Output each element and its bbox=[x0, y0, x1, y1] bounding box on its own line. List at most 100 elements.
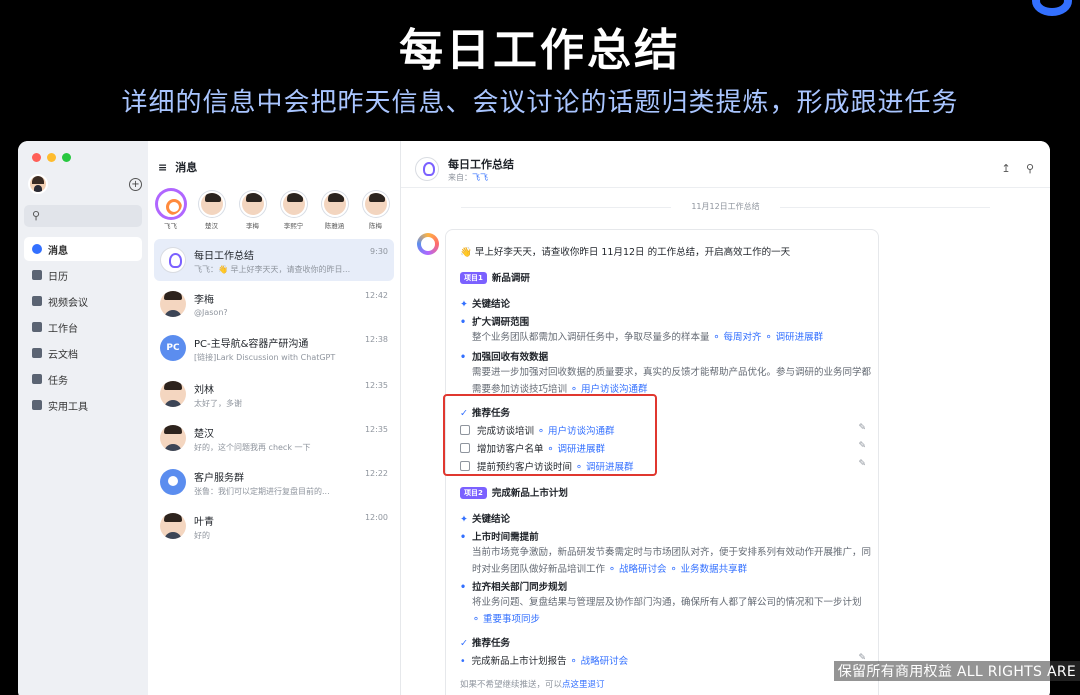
chat-link[interactable]: ⚬ 调研进展群 bbox=[765, 332, 824, 343]
project-heading: 项目2 完成新品上市计划 bbox=[460, 485, 568, 499]
task-item: 完成访谈培训 ⚬ 用户访谈沟通群 bbox=[460, 423, 615, 437]
hero-subtitle: 详细的信息中会把昨天信息、会议讨论的话题归类提炼，形成跟进任务 bbox=[121, 88, 959, 118]
chat-item[interactable]: 李梅 @Jason? 12:42 bbox=[154, 283, 394, 325]
pin-icon: ✦ bbox=[460, 299, 468, 310]
chat-link[interactable]: ⚬ 每周对齐 bbox=[713, 332, 762, 343]
task-checkbox[interactable] bbox=[460, 461, 470, 471]
profile-icon[interactable]: ⚲ bbox=[1024, 163, 1036, 175]
conclusion-desc: 当前市场竞争激励，新品研发节奏需定时与市场团队对齐，便于安排系列有效动作开展推广… bbox=[472, 547, 872, 575]
conclusion-desc: 整个业务团队都需加入调研任务中，争取尽量多的样本量 ⚬ 每周对齐 ⚬ 调研进展群 bbox=[472, 332, 824, 343]
story-item[interactable]: 陈雅涵 bbox=[320, 191, 349, 230]
conclusion-title: 扩大调研范围 bbox=[460, 314, 529, 328]
section-heading: ✦ 关键结论 bbox=[460, 299, 510, 310]
chat-item[interactable]: 楚汉 好的，这个问题我再 check 一下 12:35 bbox=[154, 417, 394, 459]
chat-item[interactable]: 刘林 太好了，多谢 12:35 bbox=[154, 373, 394, 415]
pin-icon: ✦ bbox=[460, 514, 468, 525]
chat-link[interactable]: ⚬ 用户访谈沟通群 bbox=[570, 384, 648, 395]
nav-list: 消息 日历 视频会议 工作台 云文档 任务 实用工具 bbox=[24, 237, 142, 419]
chat-item[interactable]: 客户服务群 张鲁：我们可以定期进行复盘目前的... 12:22 bbox=[154, 461, 394, 503]
story-item[interactable]: 李梅 bbox=[238, 191, 267, 230]
left-nav: + ⚲ 消息 日历 视频会议 工作台 云文档 任务 实用工具 bbox=[18, 141, 148, 695]
chat-link[interactable]: ⚬ 重要事项同步 bbox=[472, 614, 540, 625]
bot-avatar bbox=[415, 157, 439, 181]
chat-link[interactable]: ⚬ 战略研讨会 bbox=[570, 656, 629, 667]
minimize-window-button[interactable] bbox=[47, 153, 56, 162]
chat-item[interactable]: PC PC-主导航&容器产研沟通 [链接]Lark Discussion wit… bbox=[154, 327, 394, 369]
edit-task-icon[interactable]: ✎ bbox=[858, 441, 866, 451]
task-item: 完成新品上市计划报告 ⚬ 战略研讨会 bbox=[460, 653, 629, 667]
check-icon: ✓ bbox=[460, 638, 468, 649]
nav-item-workplace[interactable]: 工作台 bbox=[24, 315, 142, 339]
chat-link[interactable]: ⚬ 调研进展群 bbox=[575, 462, 634, 473]
nav-item-calendar[interactable]: 日历 bbox=[24, 263, 142, 287]
contact-stories: 飞飞 楚汉 李梅 李熙宁 陈雅涵 陈梅 bbox=[156, 191, 390, 230]
story-item[interactable]: 楚汉 bbox=[197, 191, 226, 230]
nav-item-video[interactable]: 视频会议 bbox=[24, 289, 142, 313]
grid-icon bbox=[32, 322, 42, 332]
section-heading: ✓ 推荐任务 bbox=[460, 638, 510, 649]
calendar-icon bbox=[32, 270, 42, 280]
avatar bbox=[160, 291, 186, 317]
nav-item-docs[interactable]: 云文档 bbox=[24, 341, 142, 365]
unsubscribe-note: 如果不希望继续推送，可以点这里退订 bbox=[460, 680, 605, 690]
chat-link[interactable]: ⚬ 业务数据共享群 bbox=[670, 564, 748, 575]
chat-link[interactable]: ⚬ 用户访谈沟通群 bbox=[537, 426, 615, 437]
search-icon: ⚲ bbox=[32, 209, 41, 222]
maximize-window-button[interactable] bbox=[62, 153, 71, 162]
story-item[interactable]: 陈梅 bbox=[361, 191, 390, 230]
avatar bbox=[280, 191, 307, 217]
project-tag: 项目2 bbox=[460, 487, 487, 499]
conversation-header: 每日工作总结 来自：飞飞 ↥ ⚲ bbox=[401, 141, 1050, 188]
conclusion-title: 拉齐相关部门同步规划 bbox=[460, 579, 567, 593]
avatar bbox=[362, 191, 389, 217]
menu-icon[interactable]: ≡ bbox=[158, 161, 167, 174]
chat-list-panel: ≡ 消息 飞飞 楚汉 李梅 李熙宁 陈雅涵 陈梅 每日工作总结 飞飞：👋 早上好… bbox=[148, 141, 401, 695]
story-item[interactable]: 李熙宁 bbox=[279, 191, 308, 230]
nav-item-tools[interactable]: 实用工具 bbox=[24, 393, 142, 417]
window-controls bbox=[32, 153, 71, 162]
share-icon[interactable]: ↥ bbox=[1000, 163, 1012, 175]
chat-item[interactable]: 叶青 好的 12:00 bbox=[154, 505, 394, 547]
chat-item-daily-summary[interactable]: 每日工作总结 飞飞：👋 早上好李天天，请查收你的昨日... 9:30 bbox=[154, 239, 394, 281]
avatar bbox=[157, 191, 184, 217]
edit-task-icon[interactable]: ✎ bbox=[858, 423, 866, 433]
chat-list-header: ≡ 消息 bbox=[158, 160, 198, 175]
story-item[interactable]: 飞飞 bbox=[156, 191, 185, 230]
conversation-panel: 每日工作总结 来自：飞飞 ↥ ⚲ 11月12日工作总结 👋 早上好李天天，请查收… bbox=[401, 141, 1050, 695]
chat-link[interactable]: ⚬ 调研进展群 bbox=[547, 444, 606, 455]
summary-card: 👋 早上好李天天，请查收你昨日 11月12日 的工作总结，开启高效工作的一天 项… bbox=[445, 229, 879, 695]
search-input[interactable]: ⚲ bbox=[24, 205, 142, 227]
avatar bbox=[160, 425, 186, 451]
source-link[interactable]: 飞飞 bbox=[472, 173, 488, 182]
chat-link[interactable]: ⚬ 战略研讨会 bbox=[608, 564, 667, 575]
nav-item-tasks[interactable]: 任务 bbox=[24, 367, 142, 391]
task-checkbox[interactable] bbox=[460, 425, 470, 435]
project-heading: 项目1 新品调研 bbox=[460, 270, 530, 284]
hero-title: 每日工作总结 bbox=[399, 25, 681, 76]
user-avatar[interactable] bbox=[28, 174, 48, 194]
nav-item-messages[interactable]: 消息 bbox=[24, 237, 142, 261]
avatar bbox=[160, 513, 186, 539]
conversation-source: 来自：飞飞 bbox=[448, 173, 488, 182]
conclusion-title: 加强回收有效数据 bbox=[460, 349, 548, 363]
check-icon bbox=[32, 374, 42, 384]
avatar bbox=[160, 381, 186, 407]
avatar bbox=[239, 191, 266, 217]
unsubscribe-link[interactable]: 点这里退订 bbox=[562, 680, 605, 690]
date-separator: 11月12日工作总结 bbox=[461, 201, 990, 212]
conclusion-desc: 需要进一步加强对回收数据的质量要求，真实的反馈才能帮助产品优化。参与调研的业务同… bbox=[472, 367, 872, 395]
task-item: 增加访客户名单 ⚬ 调研进展群 bbox=[460, 441, 605, 455]
task-item: 提前预约客户访谈时间 ⚬ 调研进展群 bbox=[460, 459, 634, 473]
edit-task-icon[interactable]: ✎ bbox=[858, 459, 866, 469]
avatar bbox=[321, 191, 348, 217]
avatar bbox=[198, 191, 225, 217]
check-icon: ✓ bbox=[460, 408, 468, 419]
group-avatar: PC bbox=[160, 335, 186, 361]
bot-message-avatar bbox=[417, 233, 439, 255]
close-window-button[interactable] bbox=[32, 153, 41, 162]
add-icon[interactable]: + bbox=[129, 178, 142, 191]
conversation-title: 每日工作总结 bbox=[448, 158, 514, 171]
greeting-text: 👋 早上好李天天，请查收你昨日 11月12日 的工作总结，开启高效工作的一天 bbox=[460, 247, 791, 258]
task-checkbox[interactable] bbox=[460, 443, 470, 453]
conclusion-title: 上市时间需提前 bbox=[460, 529, 539, 543]
